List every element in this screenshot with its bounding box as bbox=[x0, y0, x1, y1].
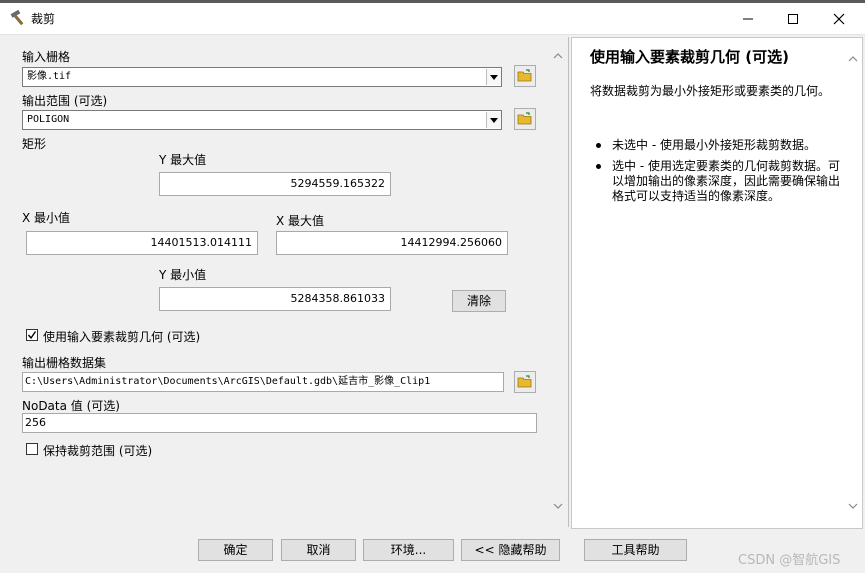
x-max-label: X 最大值 bbox=[276, 214, 325, 228]
checkmark-icon bbox=[27, 331, 37, 340]
close-button[interactable] bbox=[816, 4, 862, 32]
y-min-label: Y 最小值 bbox=[159, 268, 207, 282]
hammer-icon bbox=[9, 9, 27, 27]
watermark: CSDN @智航GIS bbox=[738, 553, 841, 568]
folder-icon bbox=[517, 69, 532, 82]
scroll-down-icon[interactable] bbox=[553, 503, 563, 509]
maintain-extent-label: 保持裁剪范围 (可选) bbox=[43, 444, 153, 458]
y-max-field[interactable]: 5294559.165322 bbox=[159, 172, 391, 196]
parameters-pane: 输入栅格 影像.tif 输出范围 (可选) POLIGON 矩形 Y 最大值 5… bbox=[6, 37, 569, 527]
title-bar: 裁剪 bbox=[0, 0, 865, 35]
y-max-label: Y 最大值 bbox=[159, 153, 207, 167]
help-title: 使用输入要素裁剪几何 (可选) bbox=[590, 48, 789, 66]
rectangle-label: 矩形 bbox=[22, 137, 47, 151]
use-geometry-label: 使用输入要素裁剪几何 (可选) bbox=[43, 330, 201, 344]
help-description: 将数据裁剪为最小外接矩形或要素类的几何。 bbox=[590, 84, 831, 98]
scroll-up-icon[interactable] bbox=[848, 56, 858, 62]
output-extent-combo[interactable]: POLIGON bbox=[22, 110, 502, 130]
nodata-label: NoData 值 (可选) bbox=[22, 399, 120, 413]
chevron-down-icon bbox=[490, 75, 498, 80]
output-dataset-field[interactable]: C:\Users\Administrator\Documents\ArcGIS\… bbox=[22, 372, 504, 392]
tool-help-button[interactable]: 工具帮助 bbox=[584, 539, 687, 561]
input-raster-dropdown[interactable] bbox=[486, 69, 501, 85]
help-list: 未选中 - 使用最小外接矩形裁剪数据。 选中 - 使用选定要素类的几何裁剪数据。… bbox=[596, 138, 842, 210]
chevron-down-icon bbox=[490, 118, 498, 123]
window-title: 裁剪 bbox=[31, 12, 56, 26]
clear-button[interactable]: 清除 bbox=[452, 290, 506, 312]
input-raster-combo[interactable]: 影像.tif bbox=[22, 67, 502, 87]
x-max-field[interactable]: 14412994.256060 bbox=[276, 231, 508, 255]
x-min-label: X 最小值 bbox=[22, 211, 71, 225]
help-scrollbar[interactable] bbox=[844, 38, 861, 526]
output-extent-label: 输出范围 (可选) bbox=[22, 94, 108, 108]
hide-help-button[interactable]: << 隐藏帮助 bbox=[461, 539, 560, 561]
close-icon bbox=[833, 13, 845, 25]
cancel-button[interactable]: 取消 bbox=[281, 539, 356, 561]
folder-icon bbox=[517, 112, 532, 125]
minimize-button[interactable] bbox=[725, 4, 771, 32]
output-extent-browse-button[interactable] bbox=[514, 108, 536, 130]
input-raster-browse-button[interactable] bbox=[514, 65, 536, 87]
ok-button[interactable]: 确定 bbox=[198, 539, 273, 561]
scroll-up-icon[interactable] bbox=[553, 53, 563, 59]
nodata-field[interactable]: 256 bbox=[22, 413, 537, 433]
output-extent-value: POLIGON bbox=[27, 114, 70, 125]
parameters-scrollbar[interactable] bbox=[549, 37, 566, 527]
maintain-extent-checkbox[interactable] bbox=[26, 443, 38, 455]
folder-icon bbox=[517, 375, 532, 388]
bullet-icon bbox=[596, 164, 601, 169]
help-list-item: 选中 - 使用选定要素类的几何裁剪数据。可以增加输出的像素深度，因此需要确保输出… bbox=[596, 159, 842, 204]
output-dataset-label: 输出栅格数据集 bbox=[22, 356, 107, 370]
output-extent-dropdown[interactable] bbox=[486, 112, 501, 128]
output-dataset-browse-button[interactable] bbox=[514, 371, 536, 393]
maximize-button[interactable] bbox=[770, 4, 816, 32]
input-raster-label: 输入栅格 bbox=[22, 50, 71, 64]
bullet-icon bbox=[596, 143, 601, 148]
minimize-icon bbox=[743, 18, 753, 20]
help-pane: 使用输入要素裁剪几何 (可选) 将数据裁剪为最小外接矩形或要素类的几何。 未选中… bbox=[571, 37, 863, 529]
help-list-item: 未选中 - 使用最小外接矩形裁剪数据。 bbox=[596, 138, 842, 153]
environments-button[interactable]: 环境... bbox=[363, 539, 454, 561]
maximize-icon bbox=[788, 14, 798, 24]
use-geometry-checkbox[interactable] bbox=[26, 329, 38, 341]
scroll-down-icon[interactable] bbox=[848, 503, 858, 509]
input-raster-value: 影像.tif bbox=[27, 71, 72, 82]
x-min-field[interactable]: 14401513.014111 bbox=[26, 231, 258, 255]
title-bar-top-line bbox=[0, 0, 865, 3]
y-min-field[interactable]: 5284358.861033 bbox=[159, 287, 391, 311]
